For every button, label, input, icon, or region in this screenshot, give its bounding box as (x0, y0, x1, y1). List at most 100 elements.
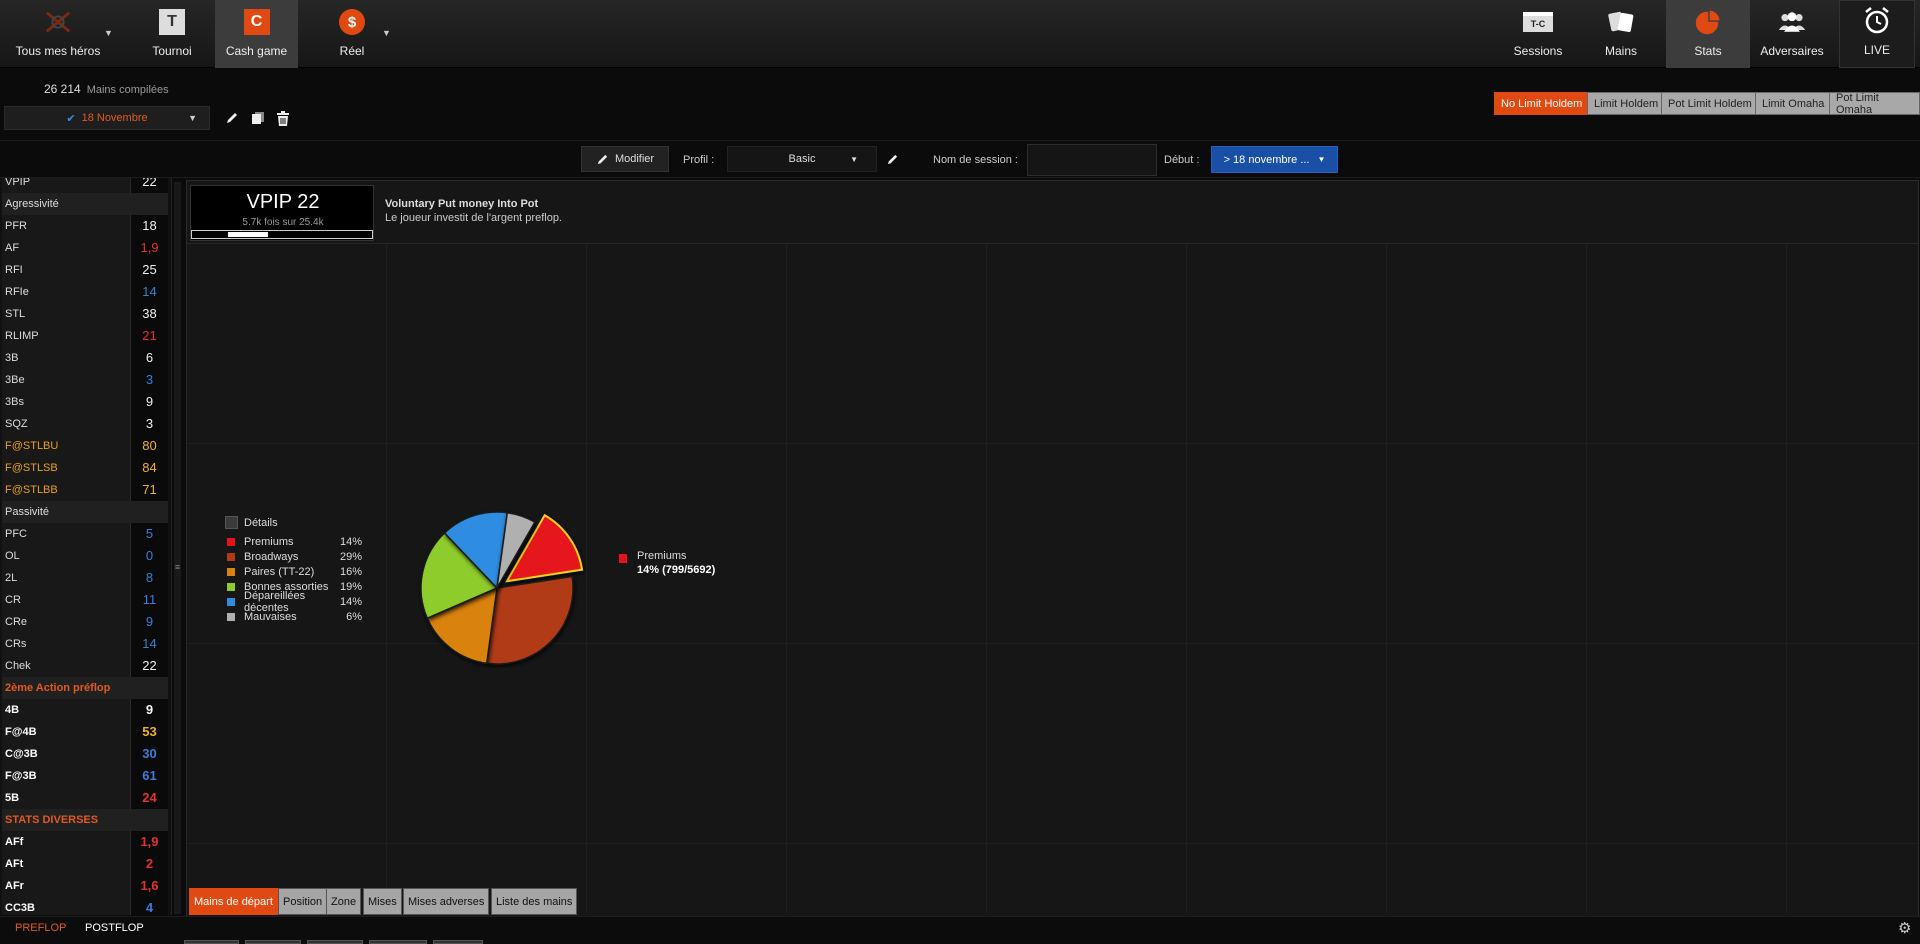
stat-row[interactable]: AFr 1,6 (2, 874, 168, 897)
tab-position[interactable]: Position (278, 888, 328, 915)
stat-row[interactable]: OL 0 (2, 544, 168, 567)
tray-item[interactable] (369, 940, 427, 944)
stat-row[interactable]: Chek 22 (2, 654, 168, 677)
gear-icon[interactable]: ⚙ (1898, 919, 1911, 937)
nav-live-button[interactable]: LIVE (1839, 0, 1915, 68)
stat-row[interactable]: 3Be 3 (2, 368, 168, 391)
details-checkbox[interactable] (225, 516, 238, 529)
stat-row[interactable]: SQZ 3 (2, 412, 168, 435)
legend-swatch (227, 553, 235, 561)
stat-row[interactable]: RLIMP 21 (2, 324, 168, 347)
legend-item[interactable]: Premiums 14% (227, 535, 362, 549)
tray-item[interactable] (184, 940, 239, 944)
stat-description: Le joueur investit de l'argent preflop. (385, 212, 562, 224)
stat-row[interactable]: PFC 5 (2, 522, 168, 545)
section-header: Passivité (2, 500, 168, 523)
stat-row[interactable]: CRe 9 (2, 610, 168, 633)
stat-row[interactable]: 5B 24 (2, 786, 168, 809)
stat-row[interactable]: PFR 18 (2, 214, 168, 237)
nav-cash-game-button[interactable]: C Cash game (215, 0, 298, 68)
pie-chart[interactable] (409, 498, 589, 668)
stat-row[interactable]: F@STLSB 84 (2, 456, 168, 479)
nav-adversaires-button[interactable]: Adversaires (1752, 0, 1832, 68)
nav-heroes-button[interactable]: Tous mes héros (0, 0, 116, 68)
panel-splitter[interactable] (174, 182, 181, 914)
tab-zone[interactable]: Zone (326, 888, 362, 915)
tab-mises[interactable]: Mises (363, 888, 402, 915)
stat-row[interactable]: F@4B 53 (2, 720, 168, 743)
stat-row[interactable]: F@STLBU 80 (2, 434, 168, 457)
modifier-label: Modifier (614, 153, 655, 165)
date-filter-select[interactable]: ✔ 18 Novembre ▼ (4, 106, 210, 130)
tab-mises-adverses[interactable]: Mises adverses (403, 888, 490, 915)
tab-mains-de-depart[interactable]: Mains de départ (189, 888, 278, 915)
stat-name: F@3B (2, 764, 130, 787)
stat-name: 3Bs (2, 390, 130, 413)
legend-item[interactable]: Mauvaises 6% (227, 610, 362, 624)
tab-pot-limit-holdem[interactable]: Pot Limit Holdem (1661, 92, 1759, 115)
stat-row[interactable]: AFt 2 (2, 852, 168, 875)
stat-name: OL (2, 544, 130, 567)
debut-label: Début : (1164, 154, 1200, 166)
stat-row[interactable]: RFIe 14 (2, 280, 168, 303)
profile-select[interactable]: Basic ▼ (727, 146, 877, 172)
nav-reel-button[interactable]: $ Réel (322, 0, 382, 68)
profile-edit-icon[interactable] (882, 149, 902, 169)
stat-row[interactable]: CC3B 4 (2, 896, 168, 915)
stat-row[interactable]: F@3B 61 (2, 764, 168, 787)
stat-value: 80 (130, 434, 168, 457)
stat-value: 1,6 (130, 874, 168, 897)
copy-icon[interactable] (249, 108, 267, 128)
mode-preflop-tab[interactable]: PREFLOP (15, 922, 66, 934)
tray-item[interactable] (433, 940, 483, 944)
stat-value: 14 (130, 632, 168, 655)
nav-tournoi-button[interactable]: T Tournoi (136, 0, 208, 68)
tray-item[interactable] (245, 940, 301, 944)
legend-item[interactable]: Dépareillées décentes 14% (227, 590, 362, 614)
stat-row[interactable]: 2L 8 (2, 566, 168, 589)
session-name-input[interactable] (1027, 144, 1157, 176)
stat-row[interactable]: 3Bs 9 (2, 390, 168, 413)
stat-row[interactable]: AFf 1,9 (2, 830, 168, 853)
tab-limit-omaha[interactable]: Limit Omaha (1755, 92, 1832, 115)
nav-stats-button[interactable]: Stats (1666, 0, 1750, 68)
reel-dropdown-icon[interactable]: ▼ (382, 28, 391, 38)
modifier-button[interactable]: Modifier (581, 146, 669, 172)
legend-item[interactable]: Broadways 29% (227, 550, 362, 564)
tray-item[interactable] (307, 940, 363, 944)
stat-row[interactable]: RFI 25 (2, 258, 168, 281)
stat-row[interactable]: VPIP 22 (2, 178, 168, 193)
mode-postflop-tab[interactable]: POSTFLOP (85, 922, 144, 934)
section-title: Passivité (2, 500, 168, 523)
legend-item[interactable]: Paires (TT-22) 16% (227, 565, 362, 579)
edit-pencil-icon[interactable] (223, 108, 241, 128)
stat-row[interactable]: CRs 14 (2, 632, 168, 655)
profile-label: Profil : (683, 154, 715, 166)
nav-mains-button[interactable]: Mains (1586, 0, 1656, 68)
tab-limit-holdem[interactable]: Limit Holdem (1587, 92, 1666, 115)
heroes-dropdown-icon[interactable]: ▼ (104, 28, 113, 38)
stat-name: AFf (2, 830, 130, 853)
grip-icon[interactable]: ≡ (174, 562, 181, 576)
heroes-logo-icon (43, 8, 73, 36)
nav-sessions-button[interactable]: T-C Sessions (1502, 0, 1574, 68)
tab-pot-limit-omaha[interactable]: Pot Limit Omaha (1829, 92, 1920, 116)
stat-row[interactable]: F@STLBB 71 (2, 478, 168, 501)
stat-value: 22 (130, 178, 168, 193)
stat-row[interactable]: C@3B 30 (2, 742, 168, 765)
tab-liste-des-mains[interactable]: Liste des mains (491, 888, 578, 915)
stat-row[interactable]: CR 11 (2, 588, 168, 611)
stat-row[interactable]: STL 38 (2, 302, 168, 325)
tab-no-limit-holdem[interactable]: No Limit Holdem (1494, 92, 1590, 115)
stat-value: 6 (130, 346, 168, 369)
stat-name: 3B (2, 346, 130, 369)
stat-row[interactable]: AF 1,9 (2, 236, 168, 259)
trash-icon[interactable] (274, 108, 292, 128)
stat-row[interactable]: 3B 6 (2, 346, 168, 369)
section-header: STATS DIVERSES (2, 808, 168, 831)
details-toggle[interactable]: Détails (225, 516, 278, 529)
stat-row[interactable]: 4B 9 (2, 698, 168, 721)
stat-name: F@4B (2, 720, 130, 743)
pie-slice[interactable] (485, 575, 574, 665)
debut-select[interactable]: > 18 novembre ... ▼ (1211, 146, 1338, 173)
